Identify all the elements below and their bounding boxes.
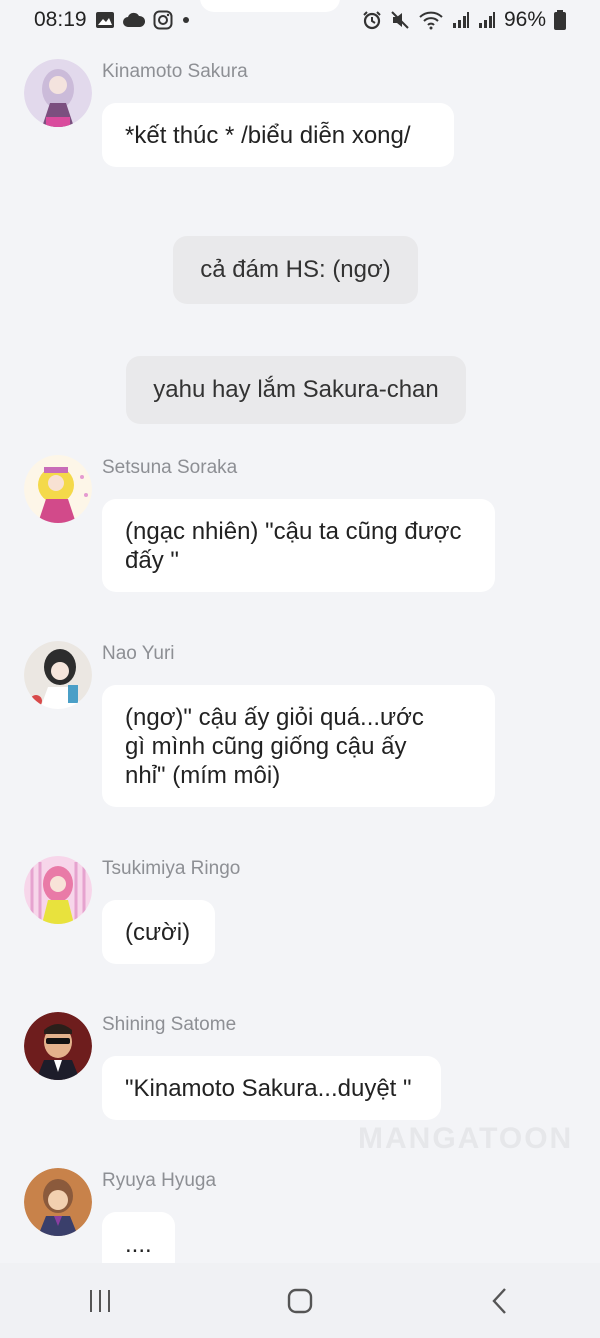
avatar[interactable] [24, 455, 92, 523]
message-bubble[interactable]: "Kinamoto Sakura...duyệt " [102, 1056, 441, 1120]
home-icon[interactable] [270, 1271, 330, 1331]
narration-bubble[interactable]: cả đám HS: (ngơ) [173, 236, 418, 304]
sender-name: Nao Yuri [102, 643, 175, 664]
sender-name: Tsukimiya Ringo [102, 858, 241, 879]
watermark: MANGATOON [358, 1122, 574, 1155]
battery-icon [554, 10, 566, 30]
avatar[interactable] [24, 1012, 92, 1080]
message-text: "Kinamoto Sakura...duyệt " [125, 1075, 412, 1102]
instagram-icon [153, 10, 173, 30]
avatar[interactable] [24, 856, 92, 924]
image-icon [95, 11, 115, 29]
status-left: 08:19 [34, 8, 191, 32]
message-bubble[interactable]: (ngạc nhiên) "cậu ta cũng được đấy " [102, 499, 495, 592]
sender-name: Shining Satome [102, 1014, 237, 1035]
narration-text: cả đám HS: (ngơ) [200, 256, 391, 283]
message-text: (ngạc nhiên) "cậu ta cũng được đấy " [125, 518, 462, 574]
wifi-icon [418, 10, 444, 30]
navigation-bar [0, 1263, 600, 1338]
dot-icon [181, 15, 191, 25]
message-bubble[interactable]: *kết thúc * /biểu diễn xong/ [102, 103, 454, 167]
avatar[interactable] [24, 1168, 92, 1236]
alarm-icon [362, 10, 382, 30]
message-text: (cười) [125, 919, 191, 946]
message-bubble[interactable]: (cười) [102, 900, 215, 964]
sender-name: Ryuya Hyuga [102, 1170, 217, 1191]
recent-apps-icon[interactable] [70, 1271, 130, 1331]
back-icon[interactable] [470, 1271, 530, 1331]
signal-icon [452, 11, 470, 29]
message-bubble[interactable]: (ngơ)" cậu ấy giỏi quá...ước gì mình cũn… [102, 685, 495, 807]
cloud-icon [122, 12, 145, 28]
sender-name: Setsuna Soraka [102, 457, 238, 478]
narration-bubble[interactable]: yahu hay lắm Sakura-chan [126, 356, 466, 424]
avatar[interactable] [24, 641, 92, 709]
sender-name: Kinamoto Sakura [102, 61, 248, 82]
status-right: 96% [362, 8, 566, 32]
clock: 08:19 [34, 8, 87, 31]
message-text: .... [125, 1231, 152, 1258]
mute-icon [390, 10, 410, 30]
signal-icon [478, 11, 496, 29]
battery-percent: 96% [503, 8, 546, 31]
message-text: *kết thúc * /biểu diễn xong/ [125, 122, 411, 149]
narration-text: yahu hay lắm Sakura-chan [153, 376, 439, 403]
message-text: (ngơ)" cậu ấy giỏi quá...ước gì mình cũn… [125, 704, 424, 789]
avatar[interactable] [24, 59, 92, 127]
status-bar: 08:19 96% [0, 0, 600, 40]
